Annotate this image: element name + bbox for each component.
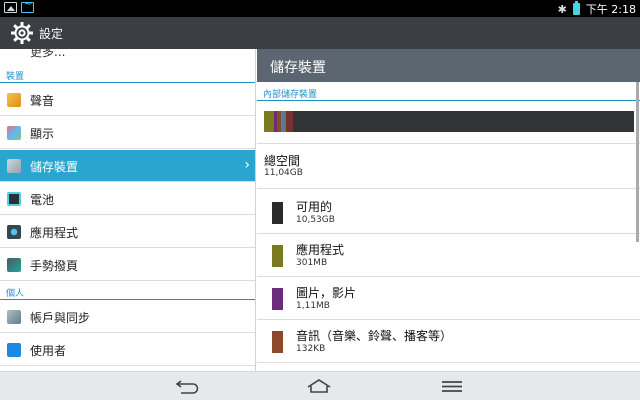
sidebar-item-label: 顯示	[30, 127, 55, 141]
gesture-icon	[7, 258, 21, 272]
usage-segment	[264, 111, 274, 132]
storage-item-value: 10,53GB	[296, 215, 335, 225]
total-space-title: 總空間	[264, 154, 301, 168]
speaker-icon	[7, 93, 21, 107]
section-header-internal-storage: 內部儲存裝置	[257, 82, 640, 101]
storage-item-title: 音訊（音樂、鈴聲、播客等）	[296, 329, 453, 343]
storage-item-title: 圖片，影片	[296, 286, 357, 300]
storage-item-audio[interactable]: 音訊（音樂、鈴聲、播客等） 132KB	[257, 319, 640, 363]
navigation-bar	[0, 371, 640, 400]
storage-icon	[7, 159, 21, 173]
color-swatch	[272, 331, 283, 353]
storage-usage-bar	[264, 111, 634, 132]
sidebar-item-display[interactable]: 顯示	[0, 117, 255, 149]
battery-icon	[572, 1, 580, 15]
bluetooth-icon: ✱	[557, 2, 567, 16]
status-bar: ✱ 下午 2:18	[0, 0, 640, 17]
action-bar: 設定	[0, 17, 640, 49]
sidebar-item-users[interactable]: 使用者	[0, 334, 255, 366]
storage-item-available[interactable]: 可用的 10,53GB	[257, 190, 640, 234]
usage-segment	[293, 111, 634, 132]
screen: ✱ 下午 2:18 設定 更多... 裝置	[0, 0, 640, 400]
sidebar-item-label: 帳戶與同步	[30, 311, 91, 325]
storage-item-value: 132KB	[296, 344, 326, 354]
storage-item-title: 可用的	[296, 200, 333, 214]
sidebar-item-accounts-sync[interactable]: 帳戶與同步	[0, 301, 255, 333]
sidebar-item-apps[interactable]: 應用程式	[0, 216, 255, 248]
total-space-row: 總空間 11,04GB	[257, 145, 640, 189]
sidebar-item-label: 使用者	[30, 344, 67, 358]
scrollbar[interactable]	[636, 82, 639, 242]
sidebar-item-label: 應用程式	[30, 226, 79, 240]
status-time: 下午 2:18	[585, 3, 636, 16]
settings-list: 更多... 裝置 聲音 顯示 儲存裝置 › 電池 應用程式 手勢撥頁 個人 帳戶…	[0, 49, 256, 371]
color-swatch	[272, 245, 283, 267]
storage-item-value: 301MB	[296, 258, 328, 268]
apps-icon	[7, 225, 21, 239]
storage-item-value: 1,11MB	[296, 301, 330, 311]
battery-settings-icon	[7, 192, 21, 206]
image-notification-icon	[4, 2, 17, 13]
total-space-value: 11,04GB	[264, 168, 303, 178]
storage-item-pictures-videos[interactable]: 圖片，影片 1,11MB	[257, 276, 640, 320]
sidebar-item-label: 儲存裝置	[30, 160, 79, 174]
back-icon[interactable]	[173, 377, 203, 395]
color-swatch	[272, 288, 283, 310]
storage-usage-row	[257, 101, 640, 144]
home-icon[interactable]	[304, 377, 334, 395]
usb-notification-icon	[21, 0, 34, 13]
user-icon	[7, 343, 21, 357]
settings-gear-icon[interactable]	[10, 21, 34, 45]
truncated-list-item[interactable]: 更多...	[30, 49, 65, 60]
sidebar-item-battery[interactable]: 電池	[0, 183, 255, 215]
usage-segment	[285, 111, 294, 132]
sidebar-item-gesture[interactable]: 手勢撥頁	[0, 249, 255, 281]
color-swatch	[272, 202, 283, 224]
menu-icon[interactable]	[437, 377, 467, 395]
storage-item-apps[interactable]: 應用程式 301MB	[257, 233, 640, 277]
display-icon	[7, 126, 21, 140]
accounts-icon	[7, 310, 21, 324]
storage-item-title: 應用程式	[296, 243, 345, 257]
sidebar-item-storage[interactable]: 儲存裝置 ›	[0, 150, 255, 182]
section-header-personal: 個人	[0, 282, 255, 300]
section-header-device: 裝置	[0, 65, 255, 83]
sidebar-item-label: 聲音	[30, 94, 55, 108]
sidebar-item-sound[interactable]: 聲音	[0, 84, 255, 116]
sidebar-item-label: 電池	[30, 193, 55, 207]
sidebar-item-label: 手勢撥頁	[30, 259, 79, 273]
page-title: 儲存裝置	[257, 49, 640, 82]
storage-detail-pane: 儲存裝置 內部儲存裝置 總空間 11,04GB 可用的 10,53GB 應用程式…	[257, 49, 640, 371]
app-title: 設定	[39, 27, 64, 41]
chevron-right-icon: ›	[244, 157, 250, 173]
